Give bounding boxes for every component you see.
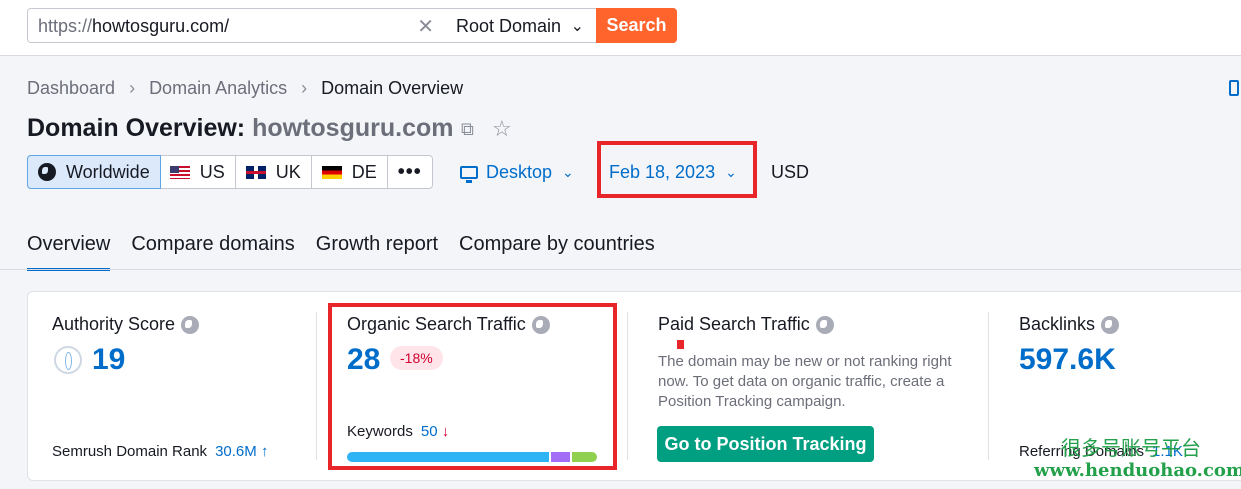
chevron-down-icon: ⌄ xyxy=(570,18,584,35)
page-title: Domain Overview: howtosguru.com xyxy=(27,114,454,142)
tab-compare-domains[interactable]: Compare domains xyxy=(131,233,294,271)
breadcrumb: Dashboard › Domain Analytics › Domain Ov… xyxy=(27,78,463,99)
chevron-right-icon: › xyxy=(129,78,136,98)
search-button[interactable]: Search xyxy=(596,8,677,43)
paid-traffic-title: Paid Search Traffic xyxy=(658,314,834,335)
authority-score-title: Authority Score xyxy=(52,314,200,335)
chevron-down-icon: ⌄ xyxy=(562,164,574,180)
db-uk[interactable]: UK xyxy=(236,156,312,188)
domain-search-input[interactable]: https://howtosguru.com/ ✕ xyxy=(27,8,447,43)
monitor-icon xyxy=(460,166,478,183)
globe-info-icon xyxy=(1101,315,1120,334)
db-worldwide[interactable]: Worldwide xyxy=(27,155,161,189)
domain-rank-row: Semrush Domain Rank 30.6M ↑ xyxy=(52,443,269,460)
url-text: https://howtosguru.com/ xyxy=(38,16,230,36)
breadcrumb-current: Domain Overview xyxy=(321,78,464,98)
paid-traffic-message: The domain may be new or not ranking rig… xyxy=(658,353,952,410)
globe-info-icon xyxy=(181,315,200,334)
go-to-position-tracking-button[interactable]: Go to Position Tracking xyxy=(657,426,874,462)
db-us[interactable]: US xyxy=(160,156,236,188)
tabs-divider xyxy=(0,269,1241,270)
watermark-url: www.henduohao.com xyxy=(1034,460,1241,481)
metrics-panel: Authority Score 19 Semrush Domain Rank 30… xyxy=(27,291,1241,481)
close-icon[interactable]: ✕ xyxy=(417,14,434,39)
tab-overview[interactable]: Overview xyxy=(27,233,111,271)
flag-us-icon xyxy=(169,165,190,179)
star-icon[interactable]: ☆ xyxy=(492,116,512,142)
db-de[interactable]: DE xyxy=(312,156,388,188)
breadcrumb-dashboard[interactable]: Dashboard xyxy=(27,78,115,99)
feedback-icon[interactable] xyxy=(1229,80,1239,96)
globe-info-icon xyxy=(815,315,834,334)
device-dropdown[interactable]: Desktop ⌄ xyxy=(460,162,574,183)
card-divider xyxy=(627,312,628,460)
annotation-mark xyxy=(677,340,684,349)
title-domain: howtosguru.com xyxy=(252,114,454,142)
organic-highlight-box xyxy=(328,303,617,470)
database-selector: Worldwide US UK DE ••• xyxy=(27,155,433,189)
date-highlight-box xyxy=(597,141,757,198)
report-tabs: Overview Compare domains Growth report C… xyxy=(27,233,655,271)
tab-growth-report[interactable]: Growth report xyxy=(316,233,438,271)
breadcrumb-domain-analytics[interactable]: Domain Analytics xyxy=(149,78,287,99)
top-search-bar: https://howtosguru.com/ ✕ Root Domain ⌄ … xyxy=(0,0,1241,56)
currency-label: USD xyxy=(771,162,810,182)
backlinks-title: Backlinks xyxy=(1019,314,1120,335)
more-databases-button[interactable]: ••• xyxy=(388,156,432,188)
domain-rank-value[interactable]: 30.6M ↑ xyxy=(215,443,268,460)
external-link-icon[interactable]: ⧉ xyxy=(461,119,474,140)
card-divider xyxy=(316,312,317,460)
authority-score-value[interactable]: 19 xyxy=(92,343,125,377)
flag-uk-icon xyxy=(245,165,266,179)
backlinks-value[interactable]: 597.6K xyxy=(1019,343,1116,377)
watermark-text: 很多号账号平台 xyxy=(1061,436,1201,460)
chevron-right-icon: › xyxy=(301,78,308,98)
scope-dropdown[interactable]: Root Domain ⌄ xyxy=(446,8,597,43)
globe-icon xyxy=(38,163,56,181)
scope-label: Root Domain xyxy=(456,16,562,36)
authority-score-icon xyxy=(54,346,82,374)
card-divider xyxy=(988,312,989,460)
tab-compare-by-countries[interactable]: Compare by countries xyxy=(459,233,655,271)
flag-de-icon xyxy=(321,165,342,179)
